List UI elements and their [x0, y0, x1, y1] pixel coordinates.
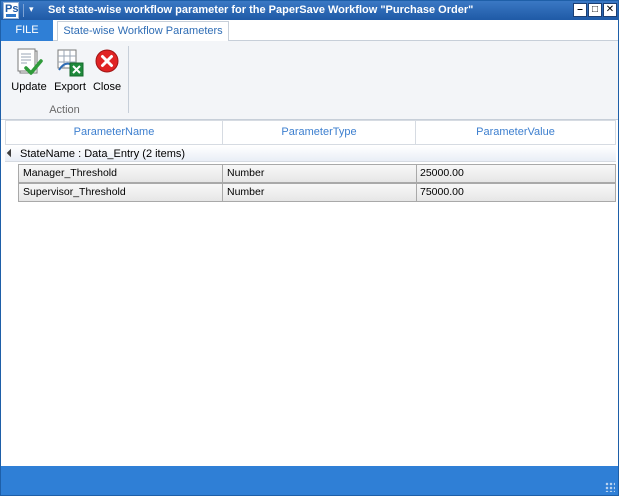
- tab-state-wise-workflow-parameters[interactable]: State-wise Workflow Parameters: [57, 21, 229, 42]
- ribbon-group-label-action: Action: [49, 104, 80, 116]
- app-icon-bar: [6, 14, 16, 17]
- table-row[interactable]: Supervisor_Threshold Number 75000.00: [18, 183, 616, 202]
- maximize-button[interactable]: □: [588, 3, 602, 17]
- quick-access-dropdown-icon[interactable]: ▾: [29, 4, 34, 15]
- expand-collapse-icon[interactable]: [6, 148, 16, 158]
- export-excel-icon: [57, 49, 84, 77]
- column-header-parameter-type[interactable]: ParameterType: [222, 120, 416, 145]
- export-button[interactable]: Export: [50, 45, 90, 95]
- update-label: Update: [11, 81, 47, 93]
- cell-parameter-type[interactable]: Number: [223, 165, 417, 182]
- resize-grip-icon[interactable]: [605, 482, 615, 492]
- update-icon: [17, 48, 43, 75]
- cell-parameter-type[interactable]: Number: [223, 184, 417, 201]
- cell-parameter-value[interactable]: 75000.00: [416, 184, 615, 201]
- cell-parameter-name[interactable]: Supervisor_Threshold: [19, 184, 223, 201]
- parameters-grid: ParameterName ParameterType ParameterVal…: [5, 120, 616, 464]
- ribbon-group-separator: [128, 46, 129, 113]
- minimize-button[interactable]: –: [573, 3, 587, 17]
- column-header-parameter-value[interactable]: ParameterValue: [415, 120, 616, 145]
- cell-parameter-value[interactable]: 25000.00: [416, 165, 615, 182]
- app-icon[interactable]: Ps: [3, 2, 19, 19]
- ribbon-panel: Update Export Close Action: [1, 41, 618, 120]
- window-title: Set state-wise workflow parameter for th…: [48, 4, 474, 16]
- quick-access-separator: [23, 4, 24, 17]
- close-button[interactable]: Close: [87, 45, 127, 95]
- cell-parameter-name[interactable]: Manager_Threshold: [19, 165, 223, 182]
- column-header-parameter-name[interactable]: ParameterName: [5, 120, 223, 145]
- group-row-data-entry[interactable]: StateName : Data_Entry (2 items): [5, 146, 616, 162]
- table-row[interactable]: Manager_Threshold Number 25000.00: [18, 164, 616, 183]
- close-label: Close: [92, 81, 122, 93]
- close-icon: [95, 49, 119, 73]
- title-bar[interactable]: Ps ▾ Set state-wise workflow parameter f…: [1, 1, 618, 20]
- update-button[interactable]: Update: [9, 45, 49, 95]
- export-label: Export: [54, 81, 86, 93]
- group-header-text: StateName : Data_Entry (2 items): [20, 148, 186, 160]
- status-bar: [1, 466, 618, 495]
- close-window-button[interactable]: ✕: [603, 3, 617, 17]
- ribbon-tab-row: FILE State-wise Workflow Parameters: [1, 20, 618, 42]
- tab-file[interactable]: FILE: [1, 20, 53, 41]
- application-window: Ps ▾ Set state-wise workflow parameter f…: [0, 0, 619, 496]
